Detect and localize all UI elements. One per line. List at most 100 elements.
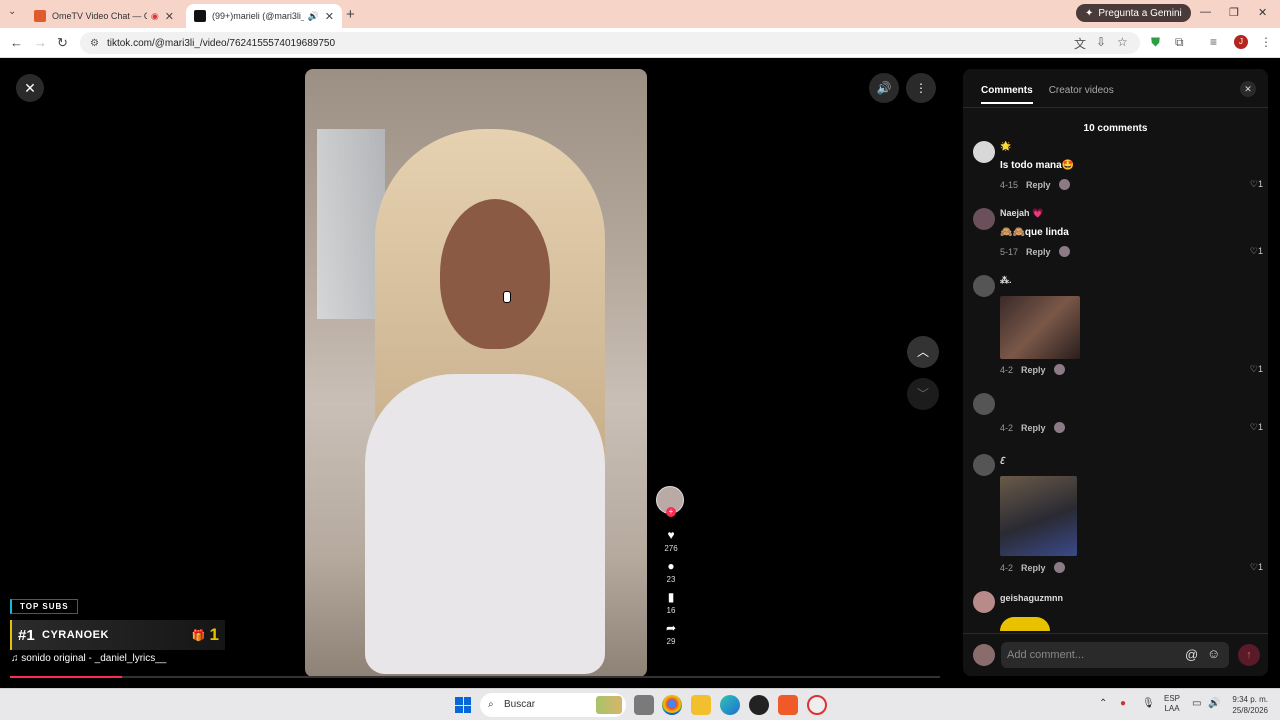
- commenter-avatar[interactable]: [973, 393, 995, 415]
- comment-button[interactable]: ● 23: [656, 559, 686, 584]
- commenter-name[interactable]: geishaguzmnn: [1000, 593, 1063, 603]
- commenter-name[interactable]: ⁂.: [1000, 275, 1012, 286]
- comment-image[interactable]: [1000, 617, 1050, 631]
- comment-like-button[interactable]: ♡1: [1250, 364, 1263, 375]
- commenter-avatar[interactable]: [973, 591, 995, 613]
- back-icon[interactable]: ←: [10, 35, 23, 50]
- tab-audio-icon[interactable]: 🔊: [308, 11, 319, 22]
- taskbar-search-label: Buscar: [504, 699, 536, 710]
- tab-ometv[interactable]: OmeTV Video Chat — Ome ◉ ✕: [26, 4, 182, 28]
- shield-icon[interactable]: ⛊: [1151, 35, 1160, 50]
- ask-gemini-button[interactable]: ✦ Pregunta a Gemini: [1076, 4, 1191, 22]
- reply-button[interactable]: Reply: [1026, 180, 1051, 190]
- emoji-icon[interactable]: ☺: [1207, 646, 1220, 661]
- network-icon[interactable]: ▭: [1192, 698, 1201, 709]
- like-button[interactable]: ♥ 276: [656, 528, 686, 553]
- tab-tiktok[interactable]: (99+)marieli (@mari3li_) | T 🔊 ✕: [186, 4, 342, 28]
- volume-icon[interactable]: 🔊: [1208, 698, 1220, 709]
- close-panel-icon[interactable]: ✕: [1240, 81, 1256, 97]
- mention-icon[interactable]: @: [1185, 647, 1198, 662]
- video-player[interactable]: [305, 69, 647, 677]
- commenter-name[interactable]: 🌟: [1000, 141, 1011, 152]
- more-options-button[interactable]: ⋮: [906, 73, 936, 103]
- address-bar[interactable]: ⚙ tiktok.com/@mari3li_/video/76241555740…: [80, 32, 1140, 54]
- commenter-name[interactable]: ꜫ: [1000, 454, 1005, 465]
- install-app-icon[interactable]: ⇩: [1096, 35, 1106, 49]
- comment-like-count: 1: [1257, 179, 1263, 189]
- close-viewer-button[interactable]: ✕: [16, 74, 44, 102]
- bookmark-star-icon[interactable]: ☆: [1117, 35, 1128, 49]
- comment-text: 🙈🙈que linda: [1000, 227, 1069, 238]
- comment-image[interactable]: [1000, 296, 1080, 359]
- comment-like-button[interactable]: ♡1: [1250, 422, 1263, 433]
- post-comment-button[interactable]: ↑: [1238, 644, 1260, 666]
- commenter-name[interactable]: Naejah 💗: [1000, 208, 1043, 219]
- close-tab-icon[interactable]: ✕: [325, 10, 334, 23]
- chrome-taskbar-icon[interactable]: [662, 695, 682, 715]
- commenter-avatar[interactable]: [973, 208, 995, 230]
- comment-date: 4-2: [1000, 364, 1014, 375]
- commenter-avatar[interactable]: [973, 275, 995, 297]
- reload-icon[interactable]: ↻: [57, 35, 68, 51]
- comment-like-button[interactable]: ♡1: [1250, 179, 1263, 190]
- reply-button[interactable]: Reply: [1026, 247, 1051, 257]
- comments-panel: Comments Creator videos ✕ 10 comments 🌟 …: [963, 69, 1268, 676]
- next-video-button[interactable]: ﹀: [907, 378, 939, 410]
- language-indicator[interactable]: ESP LAA: [1164, 694, 1180, 714]
- video-frame-face: [440, 199, 550, 349]
- comment-image[interactable]: [1000, 476, 1077, 556]
- comment-bubble-icon: ●: [667, 559, 675, 573]
- comment-like-button[interactable]: ♡1: [1250, 562, 1263, 573]
- tab-list-icon[interactable]: ⌄: [8, 6, 16, 17]
- bookmark-icon: ▮: [667, 590, 675, 604]
- commenter-avatar[interactable]: [973, 454, 995, 476]
- profile-avatar[interactable]: J: [1234, 35, 1248, 49]
- menu-kebab-icon[interactable]: ⋮: [1260, 35, 1272, 49]
- obs-icon[interactable]: [749, 695, 769, 715]
- previous-video-button[interactable]: ︿: [907, 336, 939, 368]
- gemini-icon: ✦: [1085, 7, 1094, 19]
- tab-comments[interactable]: Comments: [981, 85, 1033, 104]
- minimize-icon[interactable]: —: [1200, 6, 1211, 18]
- comment-like-button[interactable]: ♡1: [1250, 246, 1263, 257]
- browser-toolbar: ← → ↻ ⚙ tiktok.com/@mari3li_/video/76241…: [0, 28, 1280, 58]
- follow-plus-icon[interactable]: +: [666, 507, 676, 517]
- media-control-icon[interactable]: ≡: [1210, 35, 1217, 49]
- task-view-icon[interactable]: [634, 695, 654, 715]
- tray-app-icon[interactable]: ●: [1120, 698, 1126, 709]
- reply-button[interactable]: Reply: [1021, 563, 1046, 573]
- video-viewer: ✕ 🔊 ⋮ ︿ ﹀ + ♥ 276 ● 23 ▮ 16 ➦ 29 TOP SUB…: [0, 58, 960, 688]
- translate-icon[interactable]: 文: [1074, 35, 1086, 52]
- edge-icon[interactable]: [720, 695, 740, 715]
- site-info-icon[interactable]: ⚙: [90, 38, 99, 49]
- commenter-avatar[interactable]: [973, 141, 995, 163]
- new-tab-button[interactable]: +: [346, 6, 355, 23]
- comment-item: 4-2 Reply ♡1: [973, 393, 1263, 443]
- comment-item: 🌟 Is todo mana🤩 4-15 Reply ♡1: [973, 141, 1263, 191]
- taskbar-search[interactable]: ⌕ Buscar: [480, 693, 626, 717]
- tab-creator-videos[interactable]: Creator videos: [1049, 85, 1114, 104]
- comment-like-count: 1: [1257, 246, 1263, 256]
- video-progress-bar[interactable]: [10, 676, 940, 678]
- windows-start-icon[interactable]: [455, 697, 471, 713]
- extensions-icon[interactable]: ⧉: [1175, 35, 1184, 50]
- save-button[interactable]: ▮ 16: [656, 590, 686, 615]
- share-button[interactable]: ➦ 29: [656, 621, 686, 646]
- forward-icon[interactable]: →: [34, 35, 47, 50]
- microphone-icon[interactable]: 🎙: [1142, 698, 1155, 709]
- close-tab-icon[interactable]: ✕: [165, 10, 174, 23]
- restore-icon[interactable]: ❐: [1229, 6, 1239, 19]
- panel-tabs: Comments Creator videos: [981, 85, 1114, 104]
- music-info[interactable]: ♫ sonido original - _daniel_lyrics__: [11, 653, 166, 664]
- system-clock[interactable]: 9:34 p. m. 25/8/2026: [1226, 694, 1268, 716]
- close-window-icon[interactable]: ✕: [1258, 6, 1267, 19]
- gift-icon: 🎁: [191, 629, 206, 642]
- tray-expand-icon[interactable]: ⌃: [1099, 698, 1107, 709]
- file-explorer-icon[interactable]: [691, 695, 711, 715]
- brave-icon[interactable]: [778, 695, 798, 715]
- reply-button[interactable]: Reply: [1021, 365, 1046, 375]
- volume-button[interactable]: 🔊: [869, 73, 899, 103]
- creator-avatar[interactable]: +: [656, 486, 684, 517]
- app-icon[interactable]: [807, 695, 827, 715]
- reply-button[interactable]: Reply: [1021, 423, 1046, 433]
